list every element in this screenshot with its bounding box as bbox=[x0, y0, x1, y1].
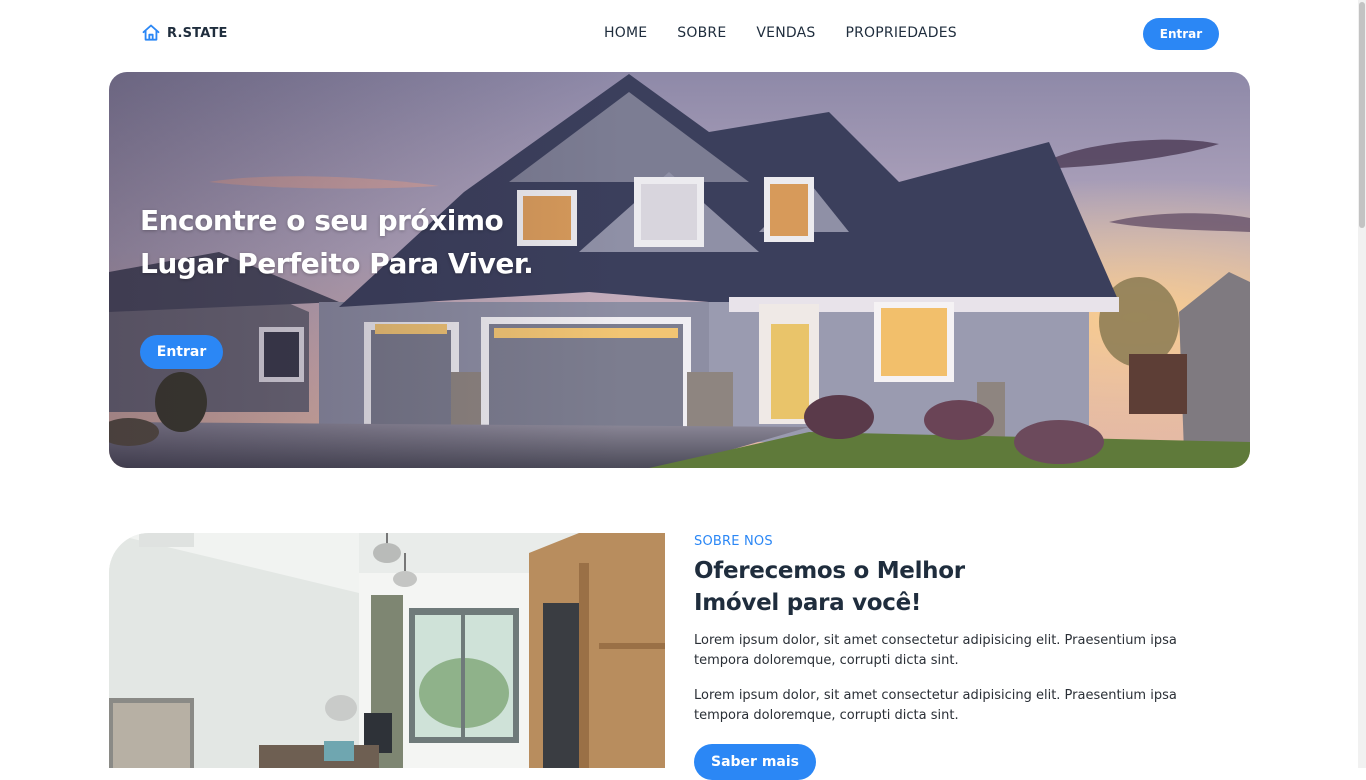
nav-home[interactable]: HOME bbox=[604, 25, 647, 41]
hero-enter-button[interactable]: Entrar bbox=[140, 335, 223, 369]
about-paragraph-2: Lorem ipsum dolor, sit amet consectetur … bbox=[694, 688, 1177, 723]
about-title-line-2: Imóvel para você! bbox=[694, 590, 922, 616]
about-kicker: SOBRE NOS bbox=[694, 534, 773, 549]
main-nav: HOME SOBRE VENDAS PROPRIEDADES bbox=[604, 25, 987, 41]
nav-propriedades[interactable]: PROPRIEDADES bbox=[845, 25, 956, 41]
site-header: R.STATE HOME SOBRE VENDAS PROPRIEDADES E… bbox=[0, 0, 1366, 68]
nav-vendas[interactable]: VENDAS bbox=[756, 25, 815, 41]
hero-banner: Encontre o seu próximo Lugar Perfeito Pa… bbox=[109, 72, 1250, 468]
hero-title: Encontre o seu próximo Lugar Perfeito Pa… bbox=[140, 204, 534, 280]
learn-more-button[interactable]: Saber mais bbox=[694, 744, 816, 780]
about-content: SOBRE NOS Oferecemos o Melhor Imóvel par… bbox=[694, 534, 1214, 780]
scrollbar-thumb[interactable] bbox=[1359, 2, 1365, 228]
page-scrollbar[interactable] bbox=[1358, 0, 1366, 768]
home-icon bbox=[141, 23, 161, 43]
logo[interactable]: R.STATE bbox=[141, 23, 228, 43]
about-title-line-1: Oferecemos o Melhor bbox=[694, 558, 965, 584]
nav-sobre[interactable]: SOBRE bbox=[677, 25, 726, 41]
about-room-image bbox=[109, 533, 665, 768]
about-paragraph-1: Lorem ipsum dolor, sit amet consectetur … bbox=[694, 633, 1177, 668]
login-button[interactable]: Entrar bbox=[1143, 18, 1219, 50]
brand-name: R.STATE bbox=[167, 25, 228, 41]
about-title: Oferecemos o Melhor Imóvel para você! bbox=[694, 555, 1214, 619]
